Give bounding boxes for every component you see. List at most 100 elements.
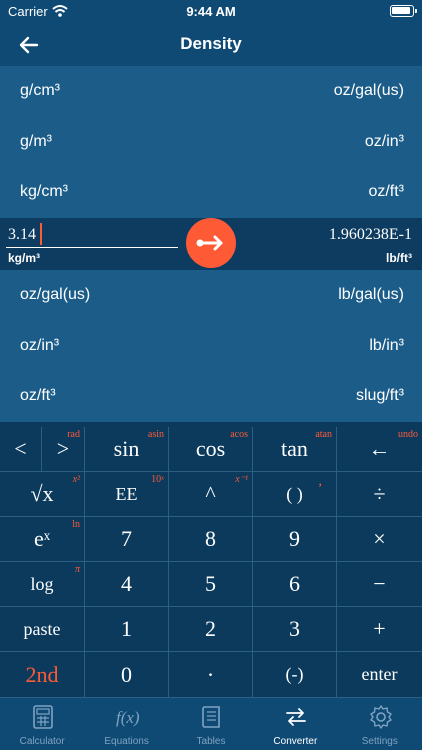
atan-label: atan [315,429,332,440]
unit-row[interactable]: kg/cm³ oz/ft³ [0,167,422,218]
from-unit-option[interactable]: g/m³ [20,133,52,151]
input-underline [6,247,178,248]
status-bar: Carrier 9:44 AM [0,0,422,24]
function-icon: f(x) [116,708,140,727]
backspace-key[interactable]: ← undo [337,427,422,472]
digit-4-key[interactable]: 4 [85,562,169,607]
to-unit-list: oz/gal(us) lb/gal(us) oz/in³ lb/in³ oz/f… [0,270,422,422]
gear-icon [369,705,392,729]
tab-equations[interactable]: f(x) Equations [84,698,168,750]
digit-label: 4 [121,571,132,596]
sin-label: sin [113,436,140,461]
digit-3-key[interactable]: 3 [253,607,337,652]
pi-label: π [74,564,80,575]
digit-label: 0 [121,661,132,687]
backspace-icon: ← [368,436,391,461]
unit-row[interactable]: oz/gal(us) lb/gal(us) [0,270,422,321]
calculator-keypad: < > rad sin asin cos acos tan atan ← undo √x x… [0,427,422,697]
digit-6-key[interactable]: 6 [253,562,337,607]
second-label: 2nd [25,661,59,687]
from-unit-option[interactable]: oz/ft³ [20,387,56,405]
second-function-key[interactable]: 2nd [0,652,85,697]
ee-label: EE [115,483,138,504]
enter-key[interactable]: enter [337,652,422,697]
minus-icon: − [373,571,386,596]
ee-key[interactable]: EE 10ˣ [85,472,169,517]
tab-label: Settings [361,736,398,747]
text-cursor [40,223,42,245]
tab-settings[interactable]: Settings [338,698,422,750]
plus-key[interactable]: + [337,607,422,652]
tab-label: Calculator [19,736,65,747]
power-key[interactable]: ^ x⁻¹ [169,472,253,517]
negate-key[interactable]: (-) [253,652,337,697]
multiply-icon: × [373,526,386,551]
tab-label: Equations [104,736,149,747]
parentheses-key[interactable]: ( ), [253,472,337,517]
digit-label: 9 [289,526,300,551]
digit-8-key[interactable]: 8 [169,517,253,562]
to-unit-option[interactable]: oz/gal(us) [334,82,404,100]
exp-key[interactable]: eˣ ln [0,517,85,562]
sqrt-key[interactable]: √x x² [0,472,85,517]
cos-key[interactable]: cos acos [169,427,253,472]
digit-label: 6 [289,571,300,596]
asin-label: asin [147,429,164,440]
tan-key[interactable]: tan atan [253,427,337,472]
ln-label: ln [72,519,80,530]
unit-row[interactable]: g/cm³ oz/gal(us) [0,66,422,117]
enter-label: enter [361,664,398,684]
log-key[interactable]: log π [0,562,85,607]
unit-row[interactable]: oz/in³ lb/in³ [0,321,422,372]
cursor-right-key[interactable]: > rad [42,427,85,472]
from-unit-option[interactable]: kg/cm³ [20,183,68,201]
tab-converter[interactable]: Converter [253,698,337,750]
from-unit-option[interactable]: g/cm³ [20,82,60,100]
cursor-left-key[interactable]: < [0,427,42,472]
to-unit-option[interactable]: lb/gal(us) [338,286,404,304]
sqrt-label: √x [30,481,54,506]
swap-units-button[interactable] [186,218,236,268]
acos-label: acos [230,429,248,440]
svg-text:f(x): f(x) [116,708,140,727]
tab-label: Converter [273,736,318,747]
tan-label: tan [281,436,308,461]
minus-key[interactable]: − [337,562,422,607]
tab-calculator[interactable]: Calculator [0,698,84,750]
log-label: log [30,573,54,594]
undo-label: undo [398,429,418,440]
unit-row[interactable]: oz/ft³ slug/ft³ [0,371,422,422]
page-title: Density [180,34,242,53]
digit-1-key[interactable]: 1 [85,607,169,652]
digit-7-key[interactable]: 7 [85,517,169,562]
decimal-key[interactable]: · [169,652,253,697]
from-unit-list: g/cm³ oz/gal(us) g/m³ oz/in³ kg/cm³ oz/f… [0,66,422,218]
status-time: 9:44 AM [186,4,236,19]
sin-key[interactable]: sin asin [85,427,169,472]
digit-label: 7 [121,526,132,551]
unit-row[interactable]: g/m³ oz/in³ [0,117,422,168]
to-unit-option[interactable]: slug/ft³ [356,387,404,405]
digit-label: 1 [121,616,132,641]
battery-icon [390,5,417,17]
digit-label: 5 [205,571,216,596]
multiply-key[interactable]: × [337,517,422,562]
digit-label: 8 [205,526,216,551]
arrow-right-icon [196,235,223,251]
from-unit-option[interactable]: oz/gal(us) [20,286,90,304]
tab-tables[interactable]: Tables [169,698,253,750]
digit-2-key[interactable]: 2 [169,607,253,652]
to-unit-option[interactable]: lb/in³ [369,337,404,355]
to-unit-option[interactable]: oz/ft³ [368,183,404,201]
cos-label: cos [195,436,226,461]
digit-0-key[interactable]: 0 [85,652,169,697]
divide-icon: ÷ [373,481,386,506]
ten-power-label: 10ˣ [151,474,164,485]
input-value-field[interactable]: 3.14 [8,226,36,244]
divide-key[interactable]: ÷ [337,472,422,517]
digit-5-key[interactable]: 5 [169,562,253,607]
to-unit-option[interactable]: oz/in³ [365,133,404,151]
paste-key[interactable]: paste [0,607,85,652]
from-unit-option[interactable]: oz/in³ [20,337,59,355]
digit-9-key[interactable]: 9 [253,517,337,562]
